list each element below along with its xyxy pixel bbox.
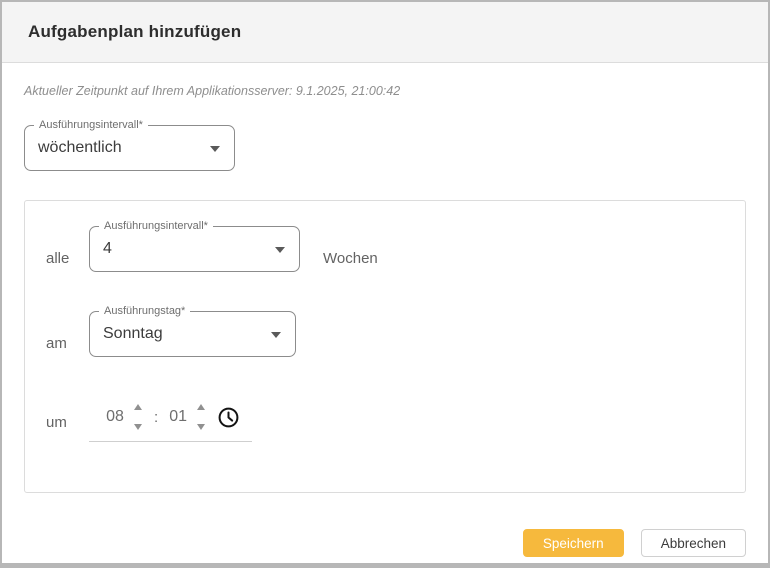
- chevron-down-icon: [271, 332, 281, 338]
- interval-count-select[interactable]: Ausführungsintervall* 4: [89, 226, 300, 272]
- hours-input[interactable]: 08: [103, 408, 127, 426]
- at-label: um: [46, 414, 89, 431]
- save-button[interactable]: Speichern: [523, 529, 624, 557]
- interval-count-select-label: Ausführungsintervall*: [99, 220, 213, 233]
- hours-decrement-icon[interactable]: [134, 424, 142, 430]
- every-label: alle: [46, 250, 89, 267]
- minutes-decrement-icon[interactable]: [197, 424, 205, 430]
- minutes-spinner: [197, 402, 205, 432]
- clock-icon[interactable]: [217, 406, 240, 429]
- add-task-schedule-dialog: Aufgabenplan hinzufügen Aktueller Zeitpu…: [0, 0, 770, 568]
- dialog-body: Aktueller Zeitpunkt auf Ihrem Applikatio…: [2, 84, 768, 557]
- time-picker: 08 : 01: [89, 402, 252, 442]
- execution-day-select[interactable]: Ausführungstag* Sonntag: [89, 311, 296, 357]
- execution-interval-select[interactable]: Ausführungsintervall* wöchentlich: [24, 125, 235, 171]
- weeks-label: Wochen: [323, 250, 378, 267]
- execution-interval-select-value: wöchentlich: [38, 139, 210, 157]
- execution-interval-select-label: Ausführungsintervall*: [34, 119, 148, 132]
- chevron-down-icon: [210, 146, 220, 152]
- minutes-input[interactable]: 01: [166, 408, 190, 426]
- interval-count-row: alle Ausführungsintervall* 4 Wochen: [46, 226, 724, 272]
- minutes-increment-icon[interactable]: [197, 404, 205, 410]
- dialog-header: Aufgabenplan hinzufügen: [2, 2, 768, 63]
- dialog-footer: Speichern Abbrechen: [24, 529, 746, 557]
- hours-spinner: [134, 402, 142, 432]
- time-separator: :: [154, 409, 158, 426]
- execution-day-select-value: Sonntag: [103, 325, 271, 343]
- server-time-note: Aktueller Zeitpunkt auf Ihrem Applikatio…: [24, 84, 746, 98]
- chevron-down-icon: [275, 247, 285, 253]
- interval-count-select-value: 4: [103, 240, 275, 258]
- execution-day-select-label: Ausführungstag*: [99, 305, 190, 318]
- weekly-settings-panel: alle Ausführungsintervall* 4 Wochen am A…: [24, 200, 746, 493]
- execution-day-row: am Ausführungstag* Sonntag: [46, 311, 724, 357]
- hours-increment-icon[interactable]: [134, 404, 142, 410]
- execution-time-row: um 08 : 01: [46, 402, 724, 442]
- on-label: am: [46, 335, 89, 352]
- cancel-button[interactable]: Abbrechen: [641, 529, 746, 557]
- dialog-title: Aufgabenplan hinzufügen: [28, 22, 241, 42]
